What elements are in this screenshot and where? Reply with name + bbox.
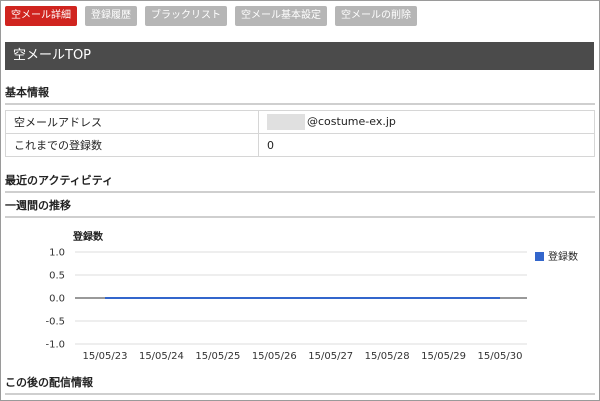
- x-tick-label: 15/05/26: [252, 351, 297, 362]
- x-tick-label: 15/05/24: [139, 351, 184, 362]
- legend-swatch: [535, 252, 544, 261]
- info-table: 空メールアドレス @costume-ex.jp これまでの登録数 0: [5, 110, 595, 157]
- page-title: 空メールTOP: [5, 42, 594, 70]
- x-tick-label: 15/05/29: [421, 351, 466, 362]
- redaction-block: [267, 114, 305, 130]
- x-tick-label: 15/05/27: [308, 351, 353, 362]
- row-label-address: 空メールアドレス: [5, 110, 259, 134]
- chart-title: 登録数: [72, 230, 104, 243]
- email-domain: @costume-ex.jp: [307, 115, 396, 128]
- y-tick-label: 0.5: [49, 271, 65, 282]
- y-tick-label: -1.0: [45, 340, 65, 351]
- section-recent-activity: 最近のアクティビティ: [5, 172, 595, 193]
- x-tick-label: 15/05/30: [478, 351, 523, 362]
- section-weekly-trend: 一週間の推移: [5, 197, 595, 218]
- section-basic-info: 基本情報: [5, 84, 595, 105]
- x-tick-label: 15/05/25: [195, 351, 240, 362]
- tab-bar: 空メール詳細 登録履歴 ブラックリスト 空メール基本設定 空メールの削除: [5, 6, 417, 26]
- y-tick-label: -0.5: [45, 317, 65, 328]
- x-tick-label: 15/05/23: [83, 351, 128, 362]
- tab-blacklist[interactable]: ブラックリスト: [145, 6, 227, 26]
- row-label-count: これまでの登録数: [5, 133, 259, 157]
- row-value-count: 0: [258, 133, 595, 157]
- tab-delete[interactable]: 空メールの削除: [335, 6, 417, 26]
- tab-history[interactable]: 登録履歴: [85, 6, 137, 26]
- x-tick-label: 15/05/28: [365, 351, 410, 362]
- y-tick-label: 1.0: [49, 248, 65, 259]
- tab-settings[interactable]: 空メール基本設定: [235, 6, 327, 26]
- y-tick-label: 0.0: [49, 294, 65, 305]
- trend-chart: 登録数 1.0 0.5 0.0 -0.5 -1.0 15/05/23 15/05/24 15/…: [45, 230, 527, 362]
- table-row: これまでの登録数 0: [5, 133, 595, 157]
- tab-details[interactable]: 空メール詳細: [5, 6, 77, 26]
- section-delivery-info: この後の配信情報: [5, 374, 595, 395]
- legend-label: 登録数: [548, 252, 578, 263]
- table-row: 空メールアドレス @costume-ex.jp: [5, 110, 595, 134]
- row-value-address: @costume-ex.jp: [258, 110, 595, 134]
